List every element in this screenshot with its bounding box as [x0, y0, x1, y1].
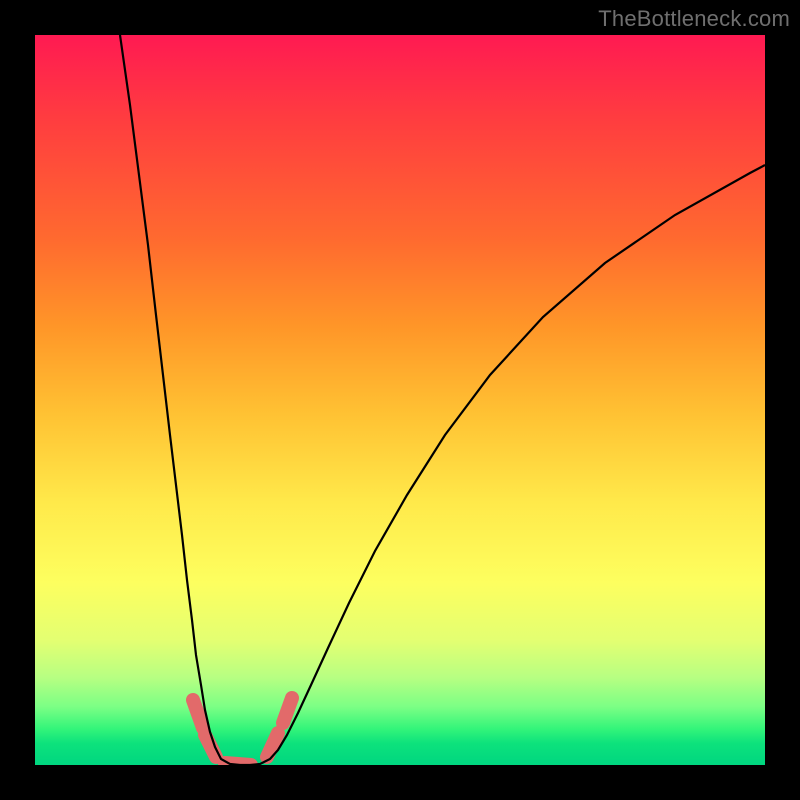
curve-layer [35, 35, 765, 765]
marker-segment [193, 700, 203, 728]
plot-area [35, 35, 765, 765]
watermark-text: TheBottleneck.com [598, 6, 790, 32]
marker-segment [283, 698, 292, 723]
chart-frame: TheBottleneck.com [0, 0, 800, 800]
bottleneck-curve [120, 35, 765, 765]
marker-layer [193, 698, 292, 765]
